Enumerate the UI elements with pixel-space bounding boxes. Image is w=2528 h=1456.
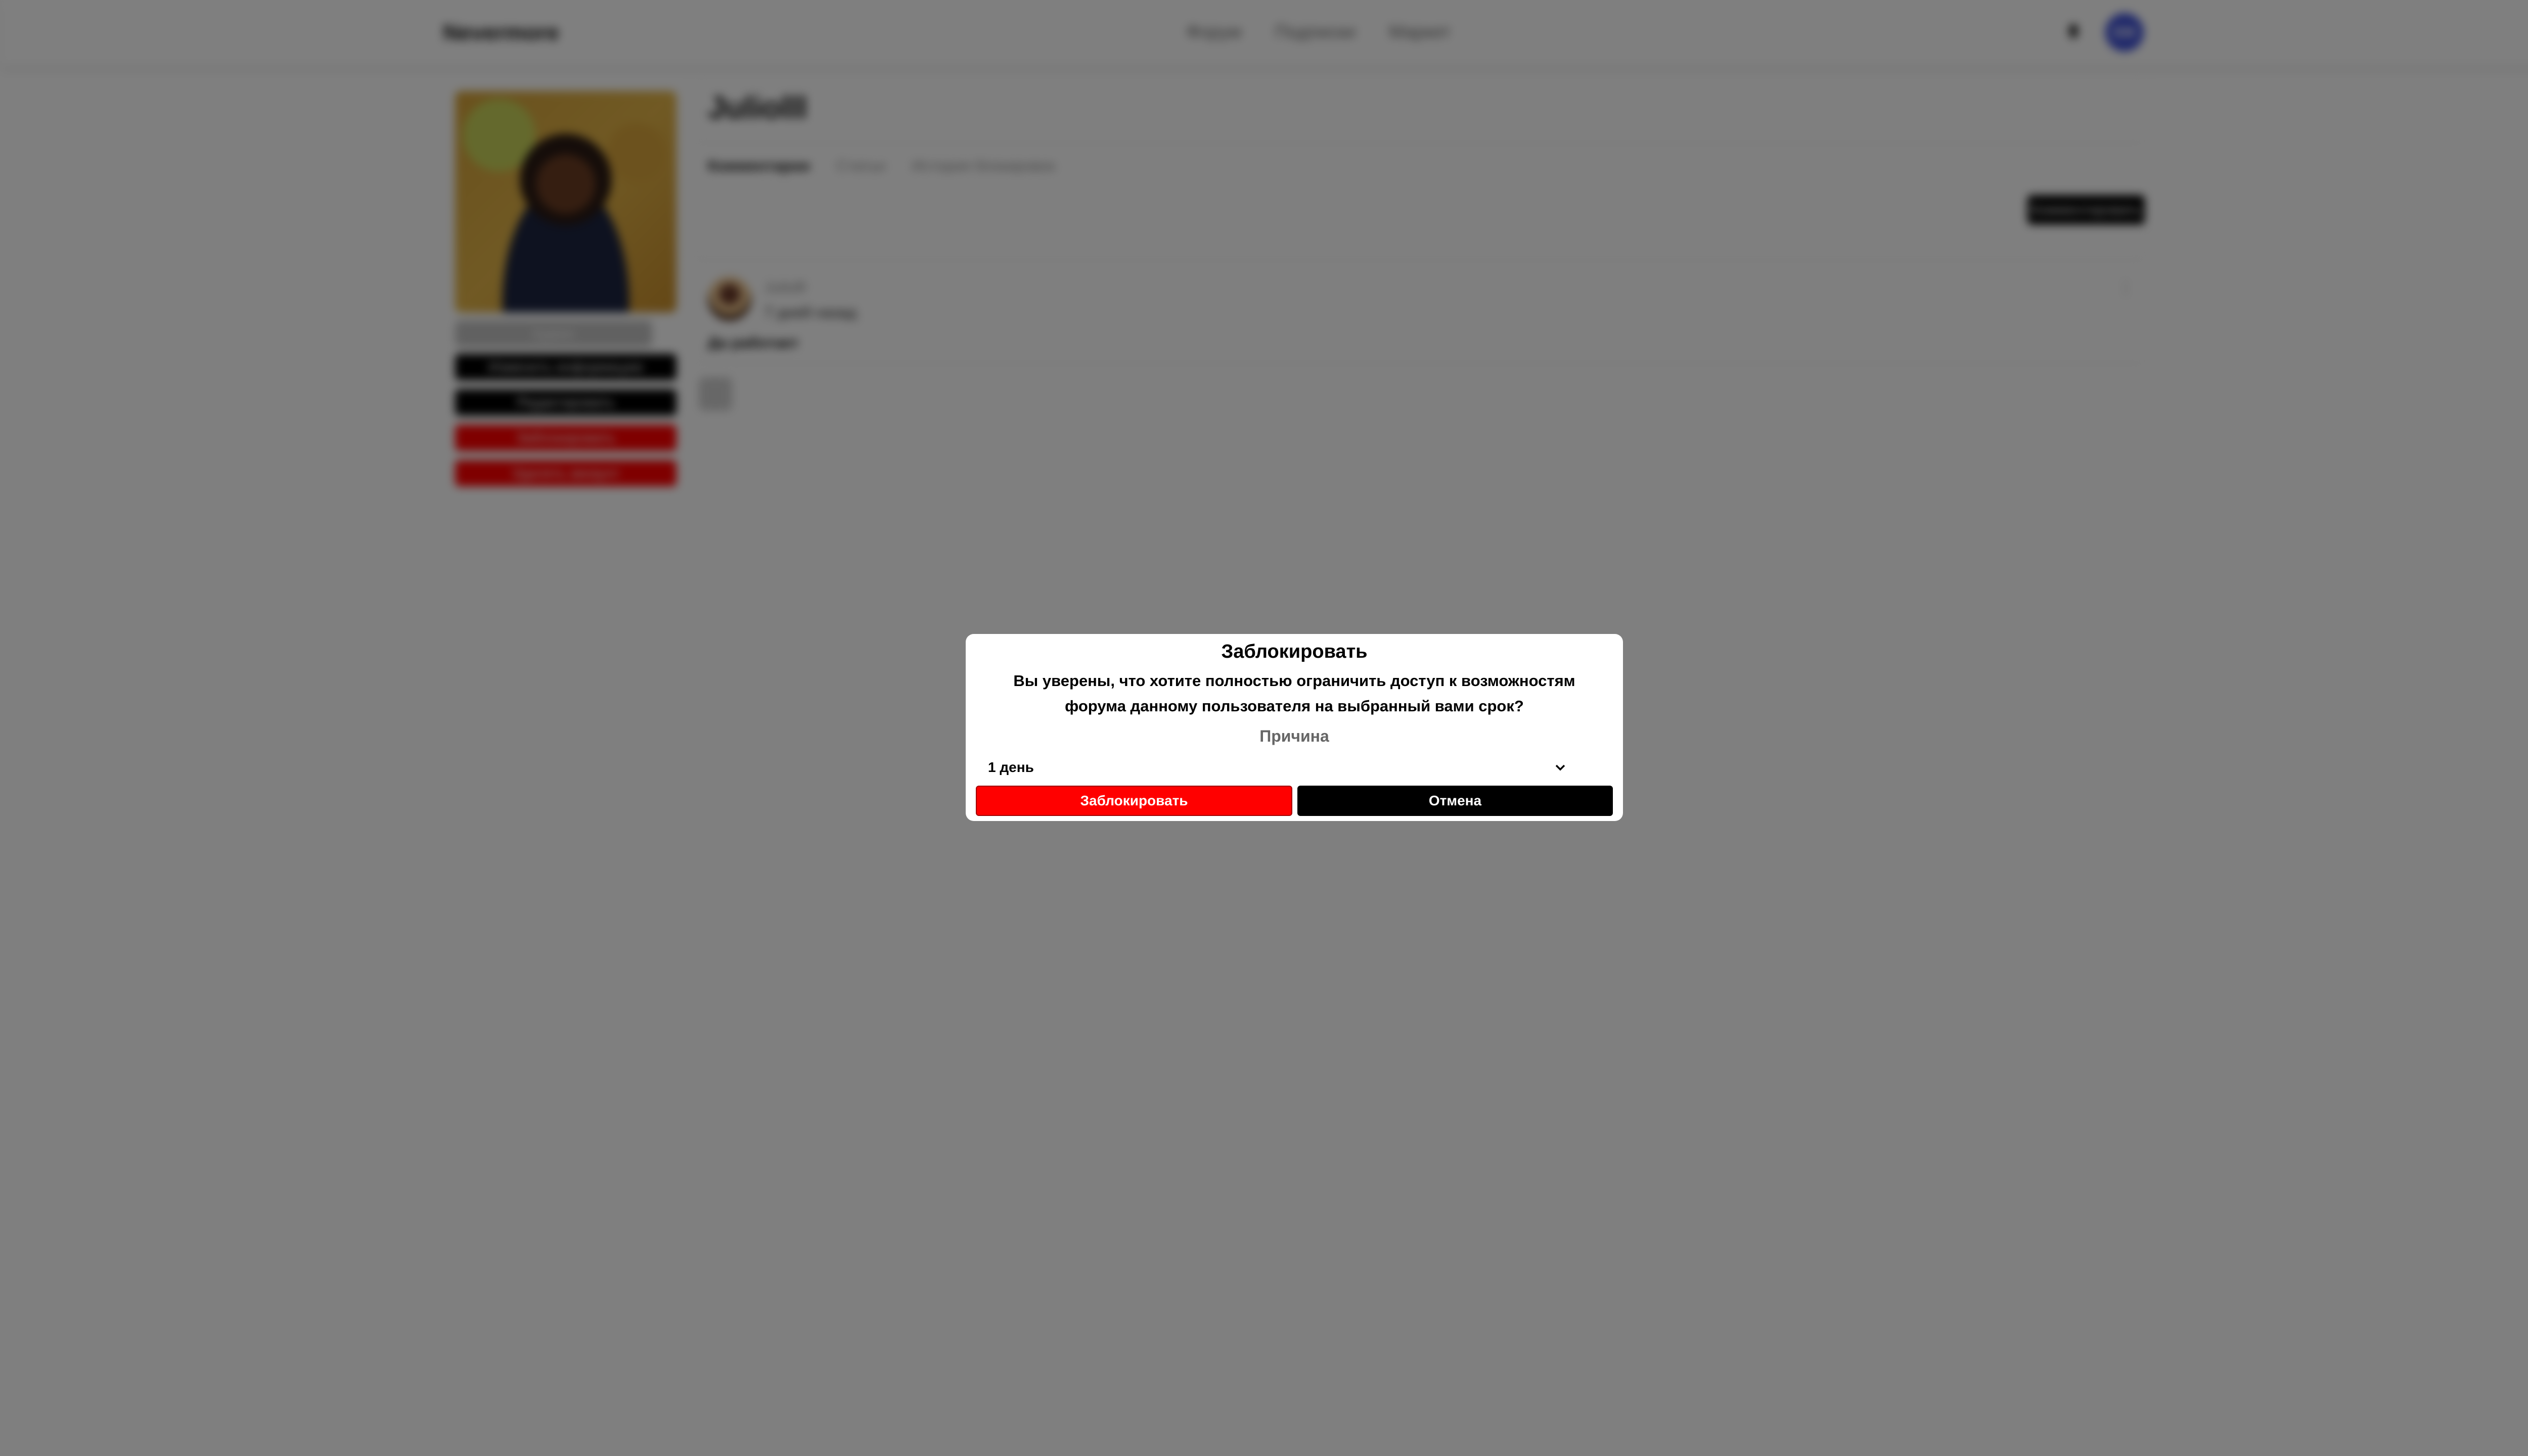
- dialog-question: Вы уверены, что хотите полностью огранич…: [1013, 672, 1575, 715]
- cancel-button[interactable]: Отмена: [1297, 786, 1613, 816]
- block-user-dialog: Заблокировать Вы уверены, что хотите пол…: [966, 634, 1623, 821]
- confirm-block-button[interactable]: Заблокировать: [976, 786, 1292, 816]
- reason-label: Причина: [1259, 727, 1329, 745]
- block-duration-select[interactable]: 1 день: [988, 755, 1567, 780]
- chevron-down-icon: [1555, 764, 1565, 771]
- duration-value: 1 день: [988, 759, 1034, 775]
- dialog-title: Заблокировать: [1221, 641, 1368, 662]
